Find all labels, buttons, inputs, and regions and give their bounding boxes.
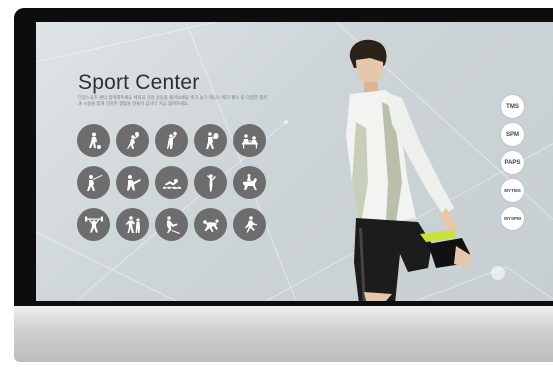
menu-button-myspm[interactable]: MYSPM (501, 207, 524, 230)
wrestling-icon[interactable] (194, 208, 227, 241)
page-title: Sport Center (78, 71, 200, 94)
rowing-icon[interactable] (155, 208, 188, 241)
weightlifting-icon[interactable] (77, 208, 110, 241)
menu-button-mytms[interactable]: MYTMS (501, 179, 524, 202)
gymnastics-icon[interactable] (194, 166, 227, 199)
soccer-icon[interactable] (77, 124, 110, 157)
swimming-icon[interactable] (155, 166, 188, 199)
equestrian-icon[interactable] (233, 166, 266, 199)
menu-button-tms[interactable]: TMS (501, 95, 524, 118)
sports-icon-grid (77, 124, 266, 242)
volleyball-icon[interactable] (116, 124, 149, 157)
page-description: 다양스포츠 센터 참여해주세요 체육과 건강 운동을 즐겨보세요 축구 농구 테… (78, 96, 268, 107)
taekwondo-icon[interactable] (116, 166, 149, 199)
tennis-icon[interactable] (194, 124, 227, 157)
athlete-image (346, 39, 472, 301)
menu-button-paps[interactable]: PAPS (501, 151, 524, 174)
side-menu: TMS SPM PAPS MYTMS MYSPM (501, 95, 524, 230)
table-tennis-icon[interactable] (233, 124, 266, 157)
monitor-chin (14, 306, 553, 362)
basketball-icon[interactable] (155, 124, 188, 157)
running-icon[interactable] (233, 208, 266, 241)
judo-icon[interactable] (116, 208, 149, 241)
menu-button-spm[interactable]: SPM (501, 123, 524, 146)
fencing-icon[interactable] (77, 166, 110, 199)
screen: Sport Center 다양스포츠 센터 참여해주세요 체육과 건강 운동을 … (36, 22, 553, 301)
